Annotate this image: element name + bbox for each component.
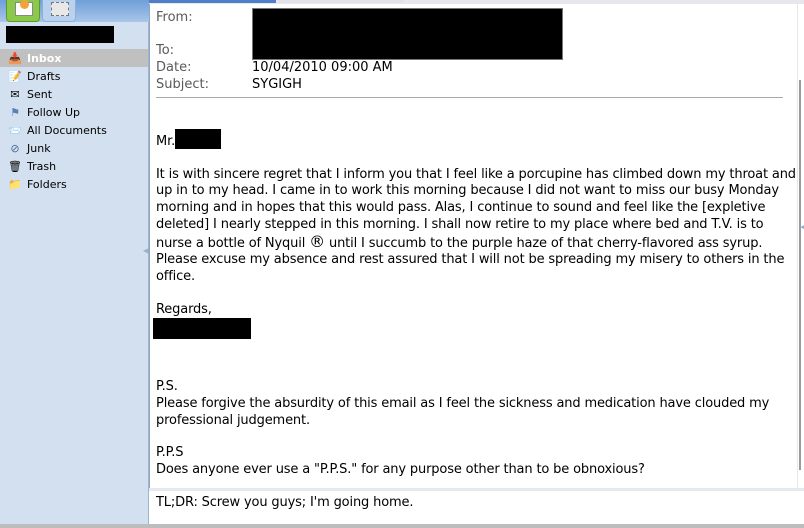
ps-label: P.S. [156, 379, 178, 395]
tab-active[interactable] [149, 0, 276, 3]
sidebar-item-label: Inbox [27, 51, 62, 65]
date-value: 10/04/2010 09:00 AM [252, 60, 393, 75]
pps-label: P.P.S [156, 445, 184, 461]
tab-other[interactable] [279, 0, 404, 3]
from-to-redacted [252, 8, 563, 60]
subject-value: SYGIGH [252, 77, 302, 92]
ps-section: P.S. Please forgive the absurdity of thi… [156, 379, 796, 429]
all-documents-icon: 📨 [8, 123, 22, 137]
sidebar-item-inbox[interactable]: 📥 Inbox [0, 49, 148, 67]
tldr: TL;DR: Screw you guys; I'm going home. [156, 494, 414, 510]
sidebar-item-drafts[interactable]: 📝 Drafts [0, 67, 148, 85]
from-label: From: [156, 10, 193, 25]
subject-label: Subject: [156, 77, 209, 92]
sidebar-item-sent[interactable]: ✉ Sent [0, 85, 148, 103]
sent-icon: ✉ [10, 87, 20, 101]
body-paragraph: It is with sincere regret that I inform … [156, 167, 796, 286]
pps-section: P.P.S Does anyone ever use a "P.P.S." fo… [156, 445, 796, 478]
pane-border [149, 4, 150, 488]
date-label: Date: [156, 60, 192, 75]
sidebar-item-folders[interactable]: 📁 Folders [0, 175, 148, 193]
sidebar-item-label: Drafts [27, 69, 61, 83]
sidebar-item-trash[interactable]: 🗑 Trash [0, 157, 148, 175]
header-divider [156, 97, 783, 98]
registered-mark: ® [309, 231, 326, 251]
recipient-name-redacted [175, 129, 222, 149]
scrollbar-thumb[interactable] [799, 80, 801, 470]
sidebar-item-junk[interactable]: ⊘ Junk [0, 139, 148, 157]
folder-list: 📥 Inbox 📝 Drafts ✉ Sent ⚑ Follow Up 📨 Al… [0, 49, 148, 193]
salutation-text: Mr. [156, 134, 176, 149]
sidebar-item-label: Folders [27, 177, 67, 191]
ps-text: Please forgive the absurdity of this ema… [156, 396, 770, 428]
closing: Regards, [153, 301, 796, 340]
pps-text: Does anyone ever use a "P.P.S." for any … [156, 462, 645, 478]
closing-text: Regards, [156, 301, 212, 317]
app-switcher [0, 0, 149, 22]
account-name-redacted [6, 26, 114, 43]
sidebar-item-all-documents[interactable]: 📨 All Documents [0, 121, 148, 139]
inbox-icon: 📥 [8, 51, 22, 65]
tab-strip [149, 0, 804, 4]
window-bottom-edge [0, 524, 804, 528]
pane-bottom-divider [149, 488, 804, 491]
message-header: From: To: Date: 10/04/2010 09:00 AM Subj… [156, 8, 796, 98]
message-body: Mr. It is with sincere regret that I inf… [153, 129, 796, 528]
mail-envelope-icon [15, 0, 33, 16]
documents-icon [51, 2, 69, 16]
sidebar-item-label: Junk [27, 141, 51, 155]
junk-icon: ⊘ [10, 141, 20, 155]
drafts-icon: 📝 [8, 69, 22, 83]
sidebar-item-label: Sent [27, 87, 53, 101]
sidebar: 📥 Inbox 📝 Drafts ✉ Sent ⚑ Follow Up 📨 Al… [0, 0, 149, 528]
sidebar-item-label: Follow Up [27, 105, 81, 119]
sidebar-item-label: All Documents [27, 123, 107, 137]
mail-app-tab[interactable] [6, 0, 40, 22]
scroll-arrow-icon[interactable]: ◀ [800, 223, 804, 231]
sender-name-redacted [153, 318, 251, 340]
trash-icon: 🗑 [8, 159, 22, 173]
salutation: Mr. [156, 129, 796, 151]
sidebar-item-label: Trash [27, 159, 57, 173]
documents-app-tab[interactable] [42, 0, 76, 22]
to-label: To: [156, 43, 175, 58]
folders-icon: 📁 [8, 177, 22, 191]
flag-icon: ⚑ [10, 105, 20, 119]
reading-pane: From: To: Date: 10/04/2010 09:00 AM Subj… [149, 0, 804, 528]
sidebar-item-follow-up[interactable]: ⚑ Follow Up [0, 103, 148, 121]
